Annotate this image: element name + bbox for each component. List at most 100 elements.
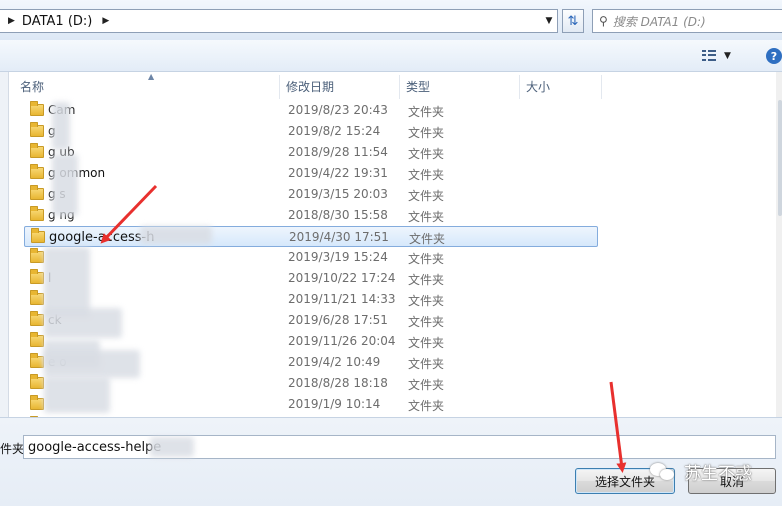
folder-type: 文件夹	[408, 168, 445, 182]
search-input[interactable]: ⚲ 搜索 DATA1 (D:)	[592, 9, 782, 33]
folder-modified: 2018/8/30 15:58	[288, 208, 388, 222]
refresh-button[interactable]: ⇅	[562, 9, 584, 33]
column-size[interactable]: 大小	[520, 75, 602, 99]
column-size-label: 大小	[526, 80, 551, 94]
folder-modified: 2019/10/22 17:24	[288, 271, 396, 285]
folder-row[interactable]: g ommon2019/4/22 19:31文件夹	[24, 163, 598, 184]
column-header: 名称 ▲ 修改日期 类型 大小	[14, 72, 604, 99]
selected-folder-row[interactable]: google-access-h 2019/4/30 17:51 文件夹	[24, 226, 598, 247]
folder-icon	[30, 143, 44, 158]
redaction	[44, 377, 110, 413]
redaction	[52, 102, 70, 150]
redaction	[44, 308, 122, 338]
folder-icon	[31, 228, 45, 243]
folder-type: 文件夹	[408, 399, 445, 413]
folder-icon	[30, 269, 44, 284]
redaction	[44, 247, 90, 317]
redaction	[44, 350, 140, 378]
address-toolbar: ▶ DATA1 (D:) ▶ ▼ ⇅ ⚲ 搜索 DATA1 (D:)	[0, 0, 782, 40]
folder-name: google-access-h	[49, 230, 155, 245]
folder-row[interactable]: g ub 2018/9/28 11:54 文件夹	[24, 142, 598, 163]
folder-type: 文件夹	[408, 273, 445, 287]
folder-row[interactable]: g ng2018/8/30 15:58文件夹	[24, 205, 598, 226]
folder-row[interactable]: g s2019/3/15 20:03文件夹	[24, 184, 598, 205]
folder-icon	[30, 374, 44, 389]
folder-modified: 2018/8/28 18:18	[288, 376, 388, 390]
folder-modified: 2019/1/9 10:14	[288, 397, 381, 411]
folder-icon	[30, 248, 44, 263]
folder-type: 文件夹	[408, 294, 445, 308]
folder-type: 文件夹	[408, 378, 445, 392]
folder-type: 文件夹	[408, 336, 445, 350]
folder-icon	[30, 332, 44, 347]
sort-ascending-icon: ▲	[148, 72, 155, 81]
folder-row[interactable]: 2019/1/9 10:14 文件夹	[24, 394, 598, 415]
folder-type: 文件夹	[408, 147, 445, 161]
folder-modified: 2019/4/30 17:51	[289, 230, 389, 244]
folder-input-value: google-access-helpe	[28, 439, 162, 455]
watermark-text: 苏生不惑	[684, 464, 752, 484]
breadcrumb-root-arrow-icon[interactable]: ▶	[8, 16, 15, 26]
column-name-label: 名称	[20, 80, 45, 94]
folder-type: 文件夹	[408, 252, 445, 266]
folder-type: 文件夹	[408, 105, 445, 119]
column-modified-label: 修改日期	[286, 80, 335, 94]
redaction	[140, 226, 212, 244]
folder-modified: 2019/11/21 14:33	[288, 292, 396, 306]
folder-row[interactable]: g2019/8/2 15:24文件夹	[24, 121, 598, 142]
folder-icon	[30, 164, 44, 179]
folder-icon	[30, 206, 44, 221]
select-folder-label: 选择文件夹	[594, 474, 655, 489]
folder-row[interactable]: 2019/11/21 14:33 文件夹	[24, 289, 598, 310]
folder-icon	[30, 311, 44, 326]
folder-modified: 2019/3/15 20:03	[288, 187, 388, 201]
folder-type: 文件夹	[408, 126, 445, 140]
address-dropdown-icon[interactable]: ▼	[541, 10, 557, 32]
folder-modified: 2019/6/28 17:51	[288, 313, 388, 327]
folder-type: 文件夹	[409, 232, 446, 246]
folder-row[interactable]: Cam2019/8/23 20:43文件夹	[24, 100, 598, 121]
address-bar[interactable]: ▶ DATA1 (D:) ▶ ▼	[0, 9, 558, 33]
redaction	[150, 437, 194, 457]
folder-modified: 2019/8/23 20:43	[288, 103, 388, 117]
folder-icon	[30, 353, 44, 368]
details-view-icon	[702, 50, 716, 62]
breadcrumb-child-arrow-icon[interactable]: ▶	[102, 16, 109, 26]
command-toolbar: ▼	[0, 40, 782, 72]
refresh-icon: ⇅	[567, 13, 579, 29]
folder-row[interactable]: 2019/3/19 15:24 文件夹	[24, 247, 598, 268]
breadcrumb-drive[interactable]: DATA1 (D:)	[22, 14, 92, 29]
folder-type: 文件夹	[408, 315, 445, 329]
redaction	[52, 154, 78, 216]
column-type-label: 类型	[406, 80, 431, 94]
folder-icon	[30, 122, 44, 137]
folder-modified: 2019/3/19 15:24	[288, 250, 388, 264]
watermark: 苏生不惑	[650, 459, 752, 484]
scrollbar-thumb[interactable]	[778, 100, 782, 216]
chevron-down-icon[interactable]: ▼	[724, 51, 731, 61]
column-name[interactable]: 名称	[14, 75, 280, 99]
folder-modified: 2019/4/22 19:31	[288, 166, 388, 180]
folder-type: 文件夹	[408, 210, 445, 224]
folder-type: 文件夹	[408, 189, 445, 203]
navigation-pane-edge	[0, 72, 9, 417]
folder-modified: 2018/9/28 11:54	[288, 145, 388, 159]
wechat-icon	[650, 461, 676, 483]
file-list: 名称 ▲ 修改日期 类型 大小 Cam2019/8/23 20:43文件夹g20…	[0, 72, 782, 417]
folder-input[interactable]: google-access-helpe	[23, 435, 776, 459]
folder-type: 文件夹	[408, 357, 445, 371]
folder-icon	[30, 185, 44, 200]
folder-modified: 2019/4/2 10:49	[288, 355, 381, 369]
change-view-button[interactable]: ▼	[698, 46, 742, 66]
help-icon[interactable]: ?	[766, 48, 782, 64]
folder-row[interactable]: l2019/10/22 17:24文件夹	[24, 268, 598, 289]
folder-icon	[30, 290, 44, 305]
folder-icon	[30, 101, 44, 116]
folder-icon	[30, 395, 44, 410]
column-modified[interactable]: 修改日期	[280, 75, 400, 99]
column-type[interactable]: 类型	[400, 75, 520, 99]
folder-modified: 2019/11/26 20:04	[288, 334, 396, 348]
search-icon: ⚲	[599, 14, 608, 28]
folder-modified: 2019/8/2 15:24	[288, 124, 381, 138]
search-placeholder: 搜索 DATA1 (D:)	[612, 14, 706, 29]
